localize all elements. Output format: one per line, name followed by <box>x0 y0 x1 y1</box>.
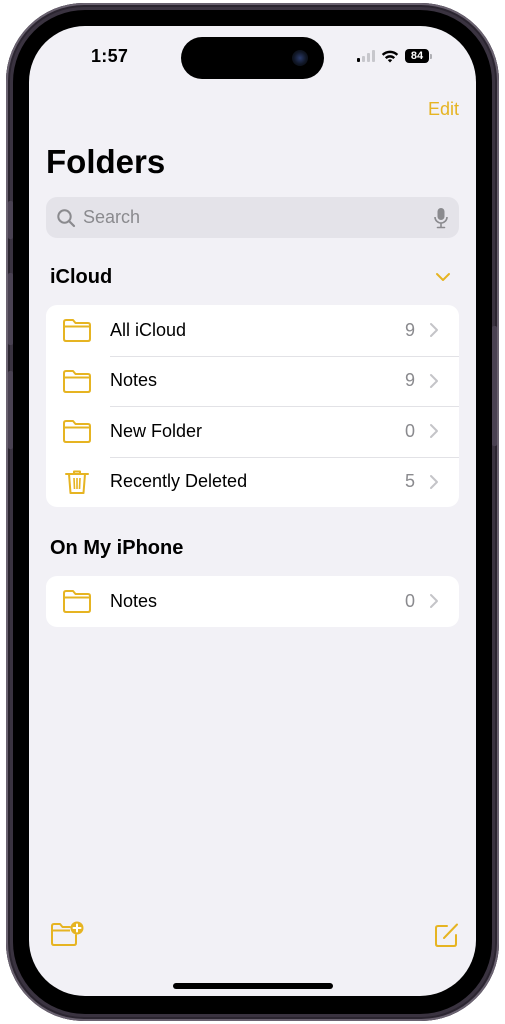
status-bar: 1:57 84 <box>29 26 476 86</box>
trash-icon <box>65 470 89 494</box>
folder-icon <box>63 319 91 343</box>
folder-label: Notes <box>110 370 158 391</box>
search-icon <box>57 208 76 227</box>
folder-icon <box>63 369 91 393</box>
microphone-icon[interactable] <box>433 207 449 229</box>
edit-button[interactable]: Edit <box>428 99 459 120</box>
dynamic-island <box>181 37 324 79</box>
folder-icon <box>63 590 91 614</box>
chevron-right-icon <box>430 474 438 489</box>
folder-row-new-folder[interactable]: New Folder 0 <box>46 406 459 457</box>
home-indicator[interactable] <box>173 983 333 989</box>
power-button <box>492 326 497 446</box>
folder-count: 0 <box>404 590 415 611</box>
folder-count: 0 <box>404 420 415 441</box>
status-icons: 84 <box>357 49 432 63</box>
camera-icon <box>292 50 308 66</box>
wifi-icon <box>381 50 399 62</box>
page-title: Folders <box>46 143 166 180</box>
folder-row-iphone-notes[interactable]: Notes 0 <box>46 576 459 627</box>
folder-icon <box>63 420 91 444</box>
chevron-right-icon <box>430 373 438 388</box>
search-input[interactable] <box>83 207 433 228</box>
status-time: 1:57 <box>91 46 129 66</box>
folder-row-notes[interactable]: Notes 9 <box>46 355 459 407</box>
cellular-signal-icon <box>357 50 375 62</box>
chevron-right-icon <box>430 424 438 439</box>
screen: 1:57 84 Edit Folders Search iCloud All i… <box>29 26 476 996</box>
folder-count: 5 <box>404 471 415 492</box>
icloud-folder-list: All iCloud 9 Notes 9 New Folder 0 Recent… <box>46 305 459 507</box>
folder-count: 9 <box>404 370 415 391</box>
search-bar[interactable] <box>46 197 459 238</box>
battery-icon: 84 <box>405 49 432 63</box>
folder-label: Notes <box>110 590 158 611</box>
chevron-right-icon <box>430 594 438 609</box>
folder-plus-icon[interactable] <box>50 921 84 947</box>
iphone-folder-list: Notes 0 <box>46 576 459 627</box>
folder-row-all-icloud[interactable]: All iCloud 9 <box>46 305 459 356</box>
folder-count: 9 <box>404 319 415 340</box>
folder-label: All iCloud <box>110 319 187 340</box>
compose-icon[interactable] <box>433 922 459 948</box>
battery-level: 84 <box>405 49 429 63</box>
chevron-right-icon <box>430 323 438 338</box>
folder-label: New Folder <box>110 420 203 441</box>
section-header-icloud[interactable]: iCloud <box>50 266 112 289</box>
chevron-down-icon[interactable] <box>435 269 451 285</box>
section-header-on-my-iphone: On My iPhone <box>50 537 184 559</box>
folder-row-recently-deleted[interactable]: Recently Deleted 5 <box>46 456 459 508</box>
folder-label: Recently Deleted <box>110 471 248 492</box>
